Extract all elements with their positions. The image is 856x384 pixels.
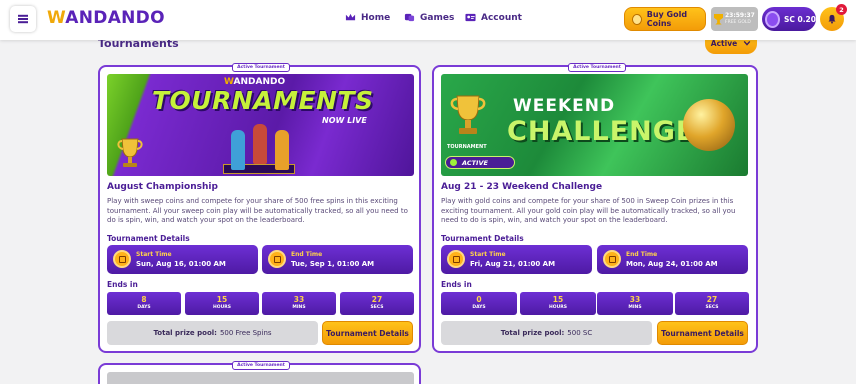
banner-active-badge: ACTIVE bbox=[445, 156, 515, 169]
tournament-title: Aug 21 - 23 Weekend Challenge bbox=[441, 182, 603, 192]
timer-sub-label: FREE GOLD bbox=[725, 19, 751, 25]
sc-currency: SC bbox=[783, 14, 795, 24]
prize-pool-label: Total prize pool: bbox=[500, 329, 565, 337]
ends-in-heading: Ends in bbox=[441, 280, 472, 289]
tournament-title: August Championship bbox=[107, 182, 218, 192]
start-time-label: Start Time bbox=[136, 251, 172, 258]
character-figure bbox=[275, 130, 289, 170]
top-header: WANDANDO Home Games Account Buy Gold Coi… bbox=[0, 0, 856, 40]
buy-gold-label: Buy Gold Coins bbox=[646, 10, 688, 28]
prize-pool: Total prize pool: 500 Free Spins bbox=[107, 321, 318, 345]
countdown-days: 0 DAYS bbox=[441, 292, 517, 315]
tournament-banner[interactable] bbox=[107, 372, 414, 384]
tournament-card: Active Tournament bbox=[98, 361, 421, 384]
bell-icon bbox=[828, 14, 836, 24]
chevron-down-icon bbox=[743, 40, 751, 46]
banner-line-1: WEEKEND bbox=[513, 96, 616, 116]
end-time-box: End Time Mon, Aug 24, 01:00 AM bbox=[597, 245, 748, 274]
end-time-value: Tue, Sep 1, 01:00 AM bbox=[291, 260, 375, 268]
banner-headline: TOURNAMENTS bbox=[152, 86, 374, 115]
countdown-days: 8 DAYS bbox=[107, 292, 181, 315]
character-figure bbox=[253, 124, 267, 164]
nav-account-label: Account bbox=[481, 12, 522, 23]
details-heading: Tournament Details bbox=[107, 234, 190, 243]
ends-in-heading: Ends in bbox=[107, 280, 138, 289]
menu-button[interactable] bbox=[10, 6, 36, 32]
prize-pool-value: 500 Free Spins bbox=[219, 329, 272, 337]
gold-coin-icon bbox=[632, 13, 642, 25]
id-card-icon bbox=[465, 13, 476, 22]
start-time-label: Start Time bbox=[470, 251, 506, 258]
trophy-icon bbox=[450, 95, 486, 134]
start-time-box: Start Time Fri, Aug 21, 01:00 AM bbox=[441, 245, 592, 274]
dice-icon bbox=[404, 13, 415, 22]
nav-home[interactable]: Home bbox=[345, 12, 390, 23]
banner-line-2: CHALLENGE bbox=[507, 116, 696, 147]
countdown-mins: 33 MINS bbox=[597, 292, 673, 315]
timer-value: 23:59:37 bbox=[725, 12, 755, 20]
calendar-icon bbox=[447, 250, 465, 268]
countdown-secs: 27 SECS bbox=[340, 292, 414, 315]
free-gold-timer[interactable]: 23:59:37 FREE GOLD bbox=[711, 7, 758, 31]
active-tournament-tag: Active Tournament bbox=[568, 63, 626, 72]
trophy-icon bbox=[714, 13, 723, 25]
sc-amount: 0.20 bbox=[797, 14, 816, 24]
prize-pool-label: Total prize pool: bbox=[153, 329, 217, 337]
active-tournament-tag: Active Tournament bbox=[232, 361, 290, 370]
start-time-value: Sun, Aug 16, 01:00 AM bbox=[136, 260, 226, 268]
calendar-icon bbox=[268, 250, 286, 268]
logo[interactable]: WANDANDO bbox=[47, 8, 165, 28]
banner-badge-label: TOURNAMENT bbox=[447, 144, 487, 150]
countdown-secs: 27 SECS bbox=[675, 292, 749, 315]
character-figure bbox=[231, 130, 245, 170]
sc-balance[interactable]: SC 0.20 bbox=[762, 7, 816, 31]
tournament-banner[interactable]: WEEKEND CHALLENGE TOURNAMENT ACTIVE bbox=[441, 74, 748, 176]
nav-account[interactable]: Account bbox=[465, 12, 522, 23]
active-tournament-tag: Active Tournament bbox=[232, 63, 290, 72]
calendar-icon bbox=[113, 250, 131, 268]
details-heading: Tournament Details bbox=[441, 234, 524, 243]
start-time-box: Start Time Sun, Aug 16, 01:00 AM bbox=[107, 245, 258, 274]
prize-pool-value: 500 SC bbox=[567, 329, 593, 337]
tournament-description: Play with gold coins and compete for you… bbox=[441, 197, 736, 224]
tournament-description: Play with sweep coins and compete for yo… bbox=[107, 197, 408, 224]
tournament-banner[interactable]: WANDANDO TOURNAMENTS NOW LIVE bbox=[107, 74, 414, 176]
prize-pool: Total prize pool: 500 SC bbox=[441, 321, 652, 345]
end-time-label: End Time bbox=[626, 251, 658, 258]
end-time-label: End Time bbox=[291, 251, 323, 258]
end-time-box: End Time Tue, Sep 1, 01:00 AM bbox=[262, 245, 413, 274]
tournament-card: Active Tournament WANDANDO TOURNAMENTS N… bbox=[98, 63, 421, 353]
start-time-value: Fri, Aug 21, 01:00 AM bbox=[470, 260, 556, 268]
tournament-details-button[interactable]: Tournament Details bbox=[657, 321, 748, 345]
countdown-mins: 33 MINS bbox=[262, 292, 336, 315]
tournament-card: Active Tournament WEEKEND CHALLENGE TOUR… bbox=[432, 63, 758, 353]
gold-ball-icon bbox=[683, 99, 735, 151]
active-badge-label: ACTIVE bbox=[462, 158, 488, 167]
nav-games[interactable]: Games bbox=[404, 12, 454, 23]
hamburger-icon bbox=[18, 18, 28, 20]
trophy-icon bbox=[117, 138, 143, 167]
nav-home-label: Home bbox=[361, 12, 391, 23]
banner-subheadline: NOW LIVE bbox=[322, 116, 367, 125]
end-time-value: Mon, Aug 24, 01:00 AM bbox=[626, 260, 718, 268]
active-dot-icon bbox=[450, 159, 457, 166]
countdown-hours: 15 HOURS bbox=[185, 292, 259, 315]
tournament-details-button[interactable]: Tournament Details bbox=[322, 321, 413, 345]
countdown-hours: 15 HOURS bbox=[520, 292, 596, 315]
notification-badge: 2 bbox=[836, 4, 847, 15]
sweep-coin-icon bbox=[765, 10, 780, 28]
buy-gold-coins-button[interactable]: Buy Gold Coins bbox=[624, 7, 706, 31]
crown-icon bbox=[345, 13, 356, 21]
calendar-icon bbox=[603, 250, 621, 268]
nav-games-label: Games bbox=[420, 12, 455, 23]
